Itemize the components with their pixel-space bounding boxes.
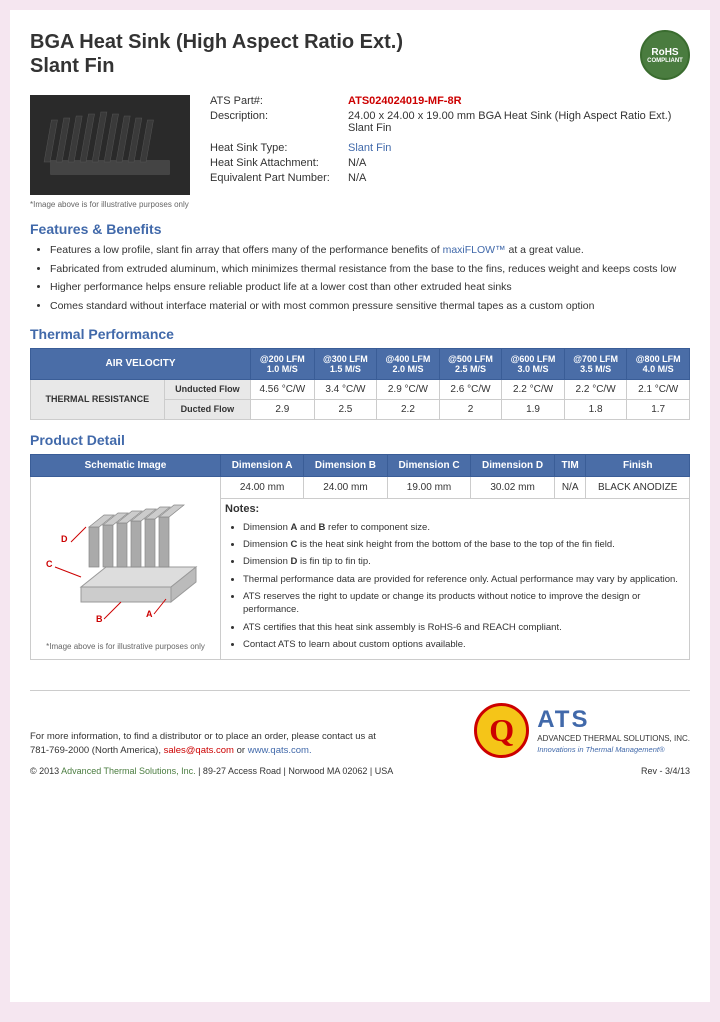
ats-acronym: ATS [537, 706, 690, 734]
svg-text:D: D [61, 534, 68, 544]
schematic-note: *Image above is for illustrative purpose… [35, 642, 216, 651]
unducted-700: 2.2 °C/W [564, 379, 627, 399]
col-800lfm: @800 LFM4.0 M/S [627, 348, 690, 379]
th-dim-c: Dimension C [387, 454, 471, 476]
col-300lfm: @300 LFM1.5 M/S [314, 348, 377, 379]
ducted-800: 1.7 [627, 399, 690, 419]
ducted-600: 1.9 [502, 399, 565, 419]
header: BGA Heat Sink (High Aspect Ratio Ext.) S… [30, 30, 690, 80]
th-dim-b: Dimension B [304, 454, 388, 476]
col-700lfm: @700 LFM3.5 M/S [564, 348, 627, 379]
col-500lfm: @500 LFM2.5 M/S [439, 348, 502, 379]
ats-company-name: ADVANCED THERMAL SOLUTIONS, INC. [537, 734, 690, 743]
ducted-700: 1.8 [564, 399, 627, 419]
svg-text:A: A [146, 609, 153, 619]
col-200lfm: @200 LFM1.0 M/S [251, 348, 315, 379]
th-dim-d: Dimension D [471, 454, 555, 476]
website-link[interactable]: www.qats.com. [248, 745, 312, 756]
th-finish: Finish [586, 454, 690, 476]
thermal-resistance-label: THERMAL RESISTANCE [31, 379, 165, 419]
ats-tagline: Innovations in Thermal Management® [537, 745, 664, 754]
product-detail-title: Product Detail [30, 432, 690, 448]
image-note: *Image above is for illustrative purpose… [30, 200, 190, 209]
dim-c-value: 19.00 mm [387, 476, 471, 498]
th-tim: TIM [554, 454, 586, 476]
ats-q-mark: Q [474, 703, 529, 758]
product-title: BGA Heat Sink (High Aspect Ratio Ext.) S… [30, 30, 403, 78]
equiv-part-row: Equivalent Part Number: N/A [210, 172, 690, 184]
note-5: ATS reserves the right to update or chan… [243, 590, 685, 617]
ats-company-text: ATS ADVANCED THERMAL SOLUTIONS, INC. Inn… [537, 706, 690, 755]
note-7: Contact ATS to learn about custom option… [243, 638, 685, 651]
product-image-container: *Image above is for illustrative purpose… [30, 95, 190, 209]
notes-title: Notes: [225, 503, 685, 515]
maxiflow-link: maxiFLOW™ [443, 244, 506, 256]
note-6: ATS certifies that this heat sink assemb… [243, 621, 685, 634]
page: BGA Heat Sink (High Aspect Ratio Ext.) S… [10, 10, 710, 1002]
ats-green-link: Advanced Thermal Solutions, Inc. [61, 766, 195, 776]
th-dim-a: Dimension A [221, 454, 304, 476]
unducted-500: 2.6 °C/W [439, 379, 502, 399]
col-400lfm: @400 LFM2.0 M/S [377, 348, 440, 379]
rohs-badge: RoHS COMPLIANT [640, 30, 690, 80]
unducted-400: 2.9 °C/W [377, 379, 440, 399]
feature-item-1: Features a low profile, slant fin array … [50, 243, 690, 258]
ducted-300: 2.5 [314, 399, 377, 419]
ducted-400: 2.2 [377, 399, 440, 419]
ducted-500: 2 [439, 399, 502, 419]
features-title: Features & Benefits [30, 221, 690, 237]
note-3: Dimension D is fin tip to fin tip. [243, 555, 685, 568]
product-detail-header-row: Schematic Image Dimension A Dimension B … [31, 454, 690, 476]
unducted-800: 2.1 °C/W [627, 379, 690, 399]
dim-a-value: 24.00 mm [221, 476, 304, 498]
ducted-200: 2.9 [251, 399, 315, 419]
footer: For more information, to find a distribu… [30, 690, 690, 758]
thermal-performance-table: AIR VELOCITY @200 LFM1.0 M/S @300 LFM1.5… [30, 348, 690, 420]
col-600lfm: @600 LFM3.0 M/S [502, 348, 565, 379]
note-2: Dimension C is the heat sink height from… [243, 538, 685, 551]
unducted-600: 2.2 °C/W [502, 379, 565, 399]
part-number-row: ATS Part#: ATS024024019-MF-8R [210, 95, 690, 107]
svg-text:C: C [46, 559, 53, 569]
dimension-values-row: D C B A *Image above is for illustrative… [31, 476, 690, 498]
attachment-row: Heat Sink Attachment: N/A [210, 157, 690, 169]
product-info-section: *Image above is for illustrative purpose… [30, 95, 690, 209]
thermal-performance-title: Thermal Performance [30, 326, 690, 342]
air-velocity-header: AIR VELOCITY [31, 348, 251, 379]
ducted-label: Ducted Flow [164, 399, 250, 419]
notes-cell: Notes: Dimension A and B refer to compon… [221, 498, 690, 659]
unducted-300: 3.4 °C/W [314, 379, 377, 399]
dim-b-value: 24.00 mm [304, 476, 388, 498]
finish-value: BLACK ANODIZE [586, 476, 690, 498]
footer-contact: For more information, to find a distribu… [30, 730, 376, 759]
dim-d-value: 30.02 mm [471, 476, 555, 498]
schematic-svg: D C B A [41, 487, 211, 637]
product-detail-table: Schematic Image Dimension A Dimension B … [30, 454, 690, 660]
email-link[interactable]: sales@qats.com [164, 745, 234, 756]
ats-logo: Q ATS ADVANCED THERMAL SOLUTIONS, INC. I… [474, 703, 690, 758]
feature-item-4: Comes standard without interface materia… [50, 299, 690, 314]
footer-bottom: © 2013 Advanced Thermal Solutions, Inc. … [30, 766, 690, 776]
description-row: Description: 24.00 x 24.00 x 19.00 mm BG… [210, 110, 690, 134]
product-image [30, 95, 190, 195]
note-1: Dimension A and B refer to component siz… [243, 521, 685, 534]
unducted-200: 4.56 °C/W [251, 379, 315, 399]
heatsink-type-row: Heat Sink Type: Slant Fin [210, 142, 690, 154]
feature-item-3: Higher performance helps ensure reliable… [50, 280, 690, 295]
header-title: BGA Heat Sink (High Aspect Ratio Ext.) S… [30, 30, 403, 78]
svg-text:B: B [96, 614, 103, 624]
tim-value: N/A [554, 476, 586, 498]
copyright-text: © 2013 Advanced Thermal Solutions, Inc. … [30, 766, 393, 776]
note-4: Thermal performance data are provided fo… [243, 573, 685, 586]
schematic-cell: D C B A *Image above is for illustrative… [31, 476, 221, 659]
page-number: Rev - 3/4/13 [641, 766, 690, 776]
notes-list: Dimension A and B refer to component siz… [225, 521, 685, 651]
feature-item-2: Fabricated from extruded aluminum, which… [50, 262, 690, 277]
unducted-row: THERMAL RESISTANCE Unducted Flow 4.56 °C… [31, 379, 690, 399]
th-schematic: Schematic Image [31, 454, 221, 476]
product-details: ATS Part#: ATS024024019-MF-8R Descriptio… [210, 95, 690, 209]
unducted-label: Unducted Flow [164, 379, 250, 399]
features-list: Features a low profile, slant fin array … [30, 243, 690, 314]
